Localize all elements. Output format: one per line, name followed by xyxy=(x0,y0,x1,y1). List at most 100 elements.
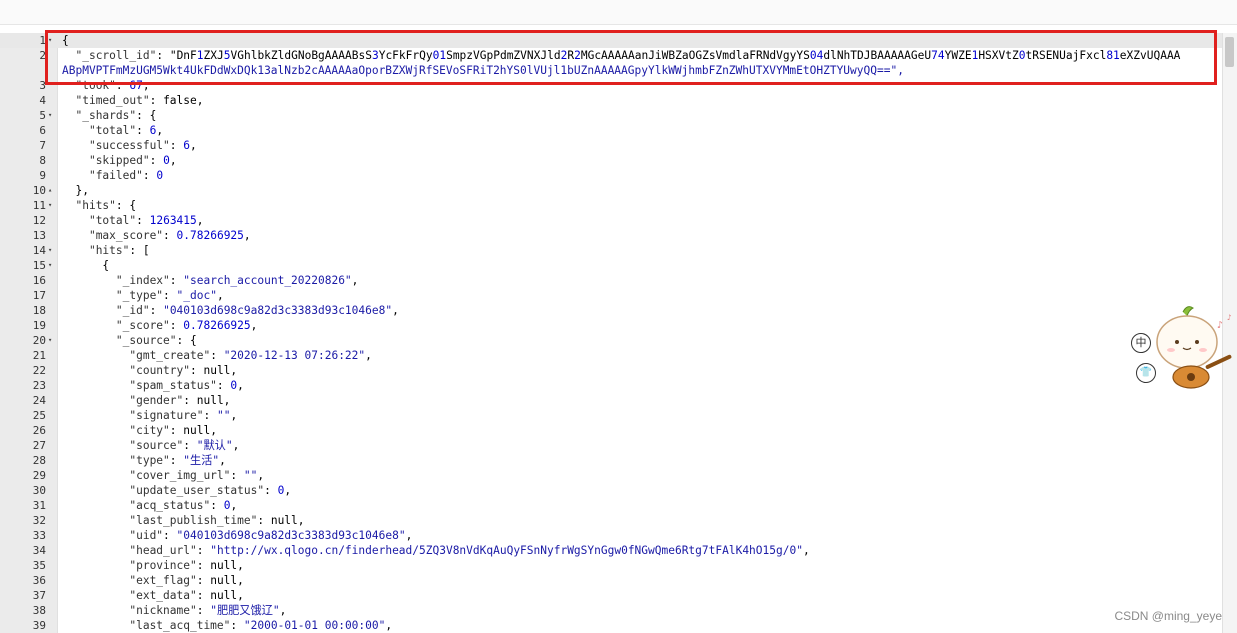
code-text: "head_url": "http://wx.qlogo.cn/finderhe… xyxy=(129,544,810,557)
code-text: "province": null, xyxy=(129,559,244,572)
code-text: "country": null, xyxy=(129,364,238,377)
code-text: "_index": "search_account_20220826", xyxy=(115,274,359,287)
line-number: 2 xyxy=(39,49,46,62)
line-number: 14 xyxy=(32,244,46,257)
fold-toggle-icon[interactable]: ▾ xyxy=(48,258,56,273)
line-number: 11 xyxy=(32,199,46,212)
line-number: 33 xyxy=(32,529,46,542)
code-line[interactable]: 26 "city": null, xyxy=(0,423,1222,438)
code-text: "_shards": { xyxy=(75,109,157,122)
code-text: "hits": [ xyxy=(88,244,150,257)
code-text: "hits": { xyxy=(75,199,137,212)
line-number: 5 xyxy=(39,109,46,122)
code-line[interactable]: 14 ▾ "hits": [ xyxy=(0,243,1222,258)
code-line[interactable]: 31 "acq_status": 0, xyxy=(0,498,1222,513)
code-line[interactable]: 37 "ext_data": null, xyxy=(0,588,1222,603)
line-number: 22 xyxy=(32,364,46,377)
code-text: "source": "默认", xyxy=(129,439,240,452)
line-number: 27 xyxy=(32,439,46,452)
code-line[interactable]: 18 "_id": "040103d698c9a82d3c3383d93c104… xyxy=(0,303,1222,318)
fold-toggle-icon[interactable]: ▾ xyxy=(48,333,56,348)
fold-toggle-icon[interactable]: ▾ xyxy=(48,243,56,258)
code-line[interactable]: 16 "_index": "search_account_20220826", xyxy=(0,273,1222,288)
code-line[interactable]: 21 "gmt_create": "2020-12-13 07:26:22", xyxy=(0,348,1222,363)
code-line[interactable]: 17 "_type": "_doc", xyxy=(0,288,1222,303)
code-line[interactable]: 8 "skipped": 0, xyxy=(0,153,1222,168)
line-number: 34 xyxy=(32,544,46,557)
code-line[interactable]: 7 "successful": 6, xyxy=(0,138,1222,153)
fold-toggle-icon[interactable]: ▾ xyxy=(48,108,56,123)
line-number: 38 xyxy=(32,604,46,617)
code-line[interactable]: 34 "head_url": "http://wx.qlogo.cn/finde… xyxy=(0,543,1222,558)
code-line[interactable]: 15 ▾ { xyxy=(0,258,1222,273)
json-editor[interactable]: 1 ▾{2 "_scroll_id": "DnF1ZXJ5VGhlbkZldGNo… xyxy=(0,33,1222,633)
language-toggle-button[interactable]: 中 xyxy=(1131,333,1151,353)
code-text: "cover_img_url": "", xyxy=(129,469,265,482)
line-number: 9 xyxy=(39,169,46,182)
line-number: 3 xyxy=(39,79,46,92)
line-number: 17 xyxy=(32,289,46,302)
code-line[interactable]: 39 "last_acq_time": "2000-01-01 00:00:00… xyxy=(0,618,1222,633)
line-number: 23 xyxy=(32,379,46,392)
code-line[interactable]: 5 ▾ "_shards": { xyxy=(0,108,1222,123)
line-number: 20 xyxy=(32,334,46,347)
top-toolbar xyxy=(0,0,1237,25)
code-line[interactable]: 35 "province": null, xyxy=(0,558,1222,573)
code-line[interactable]: 36 "ext_flag": null, xyxy=(0,573,1222,588)
code-line[interactable]: 19 "_score": 0.78266925, xyxy=(0,318,1222,333)
code-line[interactable]: 20 ▾ "_source": { xyxy=(0,333,1222,348)
scroll-id-highlight-box xyxy=(45,30,1217,85)
code-text: "total": 6, xyxy=(88,124,164,137)
csdn-watermark: CSDN @ming_yeye xyxy=(1114,609,1222,623)
code-line[interactable]: 6 "total": 6, xyxy=(0,123,1222,138)
code-line[interactable]: 9 "failed": 0 xyxy=(0,168,1222,183)
code-line[interactable]: 12 "total": 1263415, xyxy=(0,213,1222,228)
fold-toggle-icon[interactable]: ▾ xyxy=(48,198,56,213)
line-number: 30 xyxy=(32,484,46,497)
code-text: "_source": { xyxy=(115,334,197,347)
code-text: "signature": "", xyxy=(129,409,238,422)
line-number: 29 xyxy=(32,469,46,482)
code-line[interactable]: 22 "country": null, xyxy=(0,363,1222,378)
code-text: "last_acq_time": "2000-01-01 00:00:00", xyxy=(129,619,393,632)
line-number: 24 xyxy=(32,394,46,407)
code-text: "max_score": 0.78266925, xyxy=(88,229,251,242)
svg-text:♪: ♪ xyxy=(1227,313,1232,322)
code-text: "_type": "_doc", xyxy=(115,289,224,302)
code-line[interactable]: 4 "timed_out": false, xyxy=(0,93,1222,108)
code-line[interactable]: 10 ▴ }, xyxy=(0,183,1222,198)
line-number: 39 xyxy=(32,619,46,632)
code-line[interactable]: 23 "spam_status": 0, xyxy=(0,378,1222,393)
code-line[interactable]: 38 "nickname": "肥肥又饿辽", xyxy=(0,603,1222,618)
code-line[interactable]: 32 "last_publish_time": null, xyxy=(0,513,1222,528)
code-line[interactable]: 24 "gender": null, xyxy=(0,393,1222,408)
code-text: "last_publish_time": null, xyxy=(129,514,305,527)
code-line[interactable]: 13 "max_score": 0.78266925, xyxy=(0,228,1222,243)
line-number: 37 xyxy=(32,589,46,602)
line-number: 32 xyxy=(32,514,46,527)
code-text: "_id": "040103d698c9a82d3c3383d93c1046e8… xyxy=(115,304,399,317)
svg-text:♪: ♪ xyxy=(1217,320,1223,331)
code-line[interactable]: 25 "signature": "", xyxy=(0,408,1222,423)
line-number: 26 xyxy=(32,424,46,437)
code-line[interactable]: 33 "uid": "040103d698c9a82d3c3383d93c104… xyxy=(0,528,1222,543)
line-number: 36 xyxy=(32,574,46,587)
code-text: "update_user_status": 0, xyxy=(129,484,292,497)
code-line[interactable]: 29 "cover_img_url": "", xyxy=(0,468,1222,483)
line-number: 8 xyxy=(39,154,46,167)
scrollbar-thumb[interactable] xyxy=(1225,37,1234,67)
line-number: 19 xyxy=(32,319,46,332)
line-number: 25 xyxy=(32,409,46,422)
code-lines: 1 ▾{2 "_scroll_id": "DnF1ZXJ5VGhlbkZldGNo… xyxy=(0,33,1222,633)
code-line[interactable]: 30 "update_user_status": 0, xyxy=(0,483,1222,498)
code-text: "nickname": "肥肥又饿辽", xyxy=(129,604,287,617)
mascot-icon: ♪ ♪ xyxy=(1156,306,1232,389)
code-line[interactable]: 11 ▾ "hits": { xyxy=(0,198,1222,213)
code-text: "type": "生活", xyxy=(129,454,226,467)
code-line[interactable]: 27 "source": "默认", xyxy=(0,438,1222,453)
line-number: 12 xyxy=(32,214,46,227)
code-text: "acq_status": 0, xyxy=(129,499,238,512)
line-number: 35 xyxy=(32,559,46,572)
fold-toggle-icon[interactable]: ▴ xyxy=(48,183,56,198)
code-line[interactable]: 28 "type": "生活", xyxy=(0,453,1222,468)
